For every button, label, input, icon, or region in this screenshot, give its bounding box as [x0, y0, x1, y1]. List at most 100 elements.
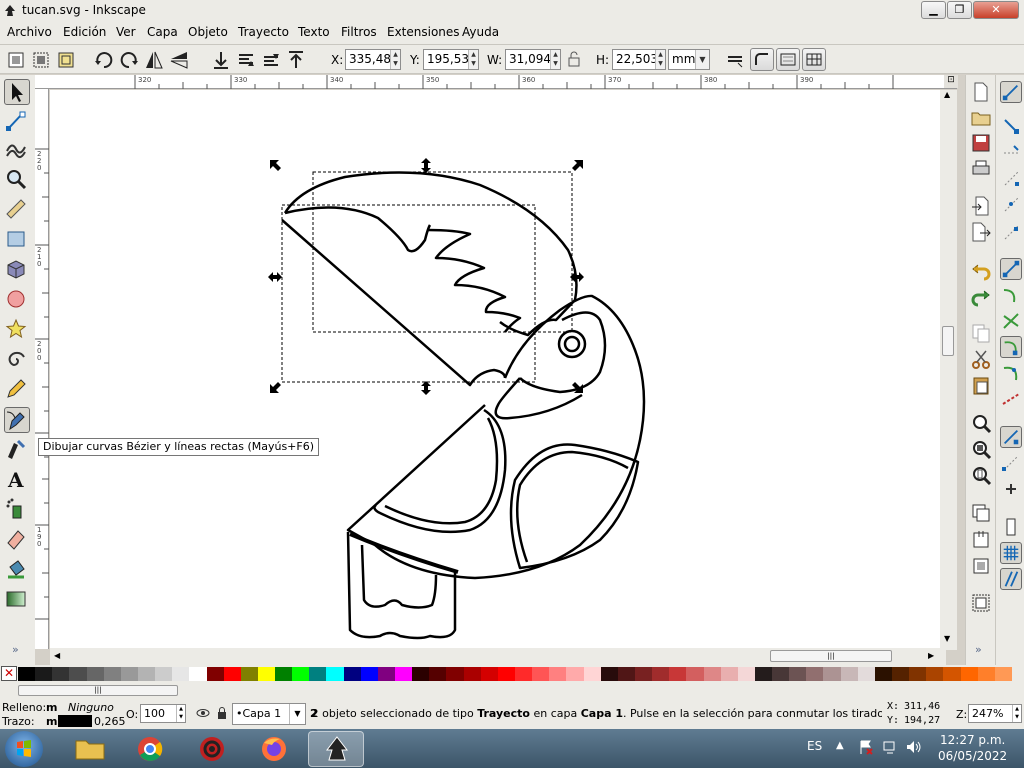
color-swatch[interactable] — [120, 667, 139, 681]
unlink-clone-icon[interactable] — [970, 554, 992, 576]
tool-bezier[interactable] — [4, 407, 30, 433]
palette-scrollbar[interactable]: ||| — [0, 682, 1024, 699]
scale-corners-toggle[interactable] — [750, 48, 774, 71]
eye-visibility-icon[interactable] — [196, 707, 210, 719]
snap-page-border-icon[interactable] — [1000, 426, 1022, 448]
chevron-down-icon[interactable]: ▼ — [289, 704, 305, 724]
taskbar-inkscape[interactable] — [308, 731, 364, 767]
opacity-field[interactable]: 100 ▲ ▼ — [140, 704, 186, 723]
color-swatch[interactable] — [926, 667, 944, 681]
color-swatch[interactable] — [206, 667, 225, 681]
color-swatch[interactable] — [532, 667, 550, 681]
menu-filtros[interactable]: Filtros — [341, 25, 377, 39]
zoom-page-icon[interactable] — [970, 464, 992, 486]
lower-to-bottom-icon[interactable] — [210, 49, 232, 71]
no-paint-swatch[interactable]: ✕ — [1, 666, 17, 681]
color-swatch[interactable] — [823, 667, 842, 681]
color-swatch[interactable] — [806, 667, 824, 681]
select-all-icon[interactable] — [5, 49, 27, 71]
import-icon[interactable] — [970, 195, 992, 217]
color-swatch[interactable] — [52, 667, 70, 681]
color-swatch[interactable] — [223, 667, 242, 681]
cut-icon[interactable] — [970, 348, 992, 370]
zoom-stepper-icon[interactable]: ▲ ▼ — [1012, 705, 1021, 722]
rotate-cw-icon[interactable] — [118, 49, 140, 71]
tool-star[interactable] — [4, 317, 30, 343]
more-tools-chevron-icon[interactable]: » — [12, 643, 19, 656]
minimize-button[interactable]: ▁ — [921, 1, 946, 19]
zoom-selection-icon[interactable] — [970, 412, 992, 434]
open-folder-icon[interactable] — [970, 107, 992, 129]
vertical-scrollbar[interactable]: ▲ ▼ — [940, 90, 957, 650]
raise-icon[interactable] — [260, 49, 282, 71]
stroke-width[interactable]: 0,265 — [94, 715, 126, 728]
snap-path-icon[interactable] — [1000, 284, 1022, 306]
palette-scroll-thumb[interactable]: ||| — [18, 685, 178, 696]
zoom-drawing-icon[interactable] — [970, 438, 992, 460]
tool-ellipse[interactable] — [4, 287, 30, 313]
color-swatch[interactable] — [18, 667, 36, 681]
menu-archivo[interactable]: Archivo — [7, 25, 52, 39]
snap-smooth-nodes-icon[interactable] — [1000, 336, 1022, 358]
scroll-thumb[interactable]: ||| — [770, 650, 892, 662]
snap-bbox-edge-icon[interactable] — [1000, 141, 1022, 163]
color-swatch[interactable] — [257, 667, 276, 681]
color-swatch[interactable] — [137, 667, 156, 681]
color-swatch[interactable] — [360, 667, 379, 681]
width-field[interactable]: 31,094 ▲ ▼ — [505, 49, 561, 70]
chevron-down-icon[interactable]: ▼ — [695, 50, 709, 69]
color-swatch[interactable] — [600, 667, 619, 681]
show-hidden-icons-icon[interactable]: ▲ — [836, 740, 844, 751]
color-swatch[interactable] — [549, 667, 567, 681]
move-gradients-toggle[interactable] — [776, 48, 800, 71]
clone-icon[interactable] — [970, 528, 992, 550]
copy-icon[interactable] — [970, 322, 992, 344]
menu-edicion[interactable]: Edición — [63, 25, 106, 39]
new-document-icon[interactable] — [970, 81, 992, 103]
taskbar-app[interactable] — [184, 731, 240, 767]
color-swatch[interactable] — [754, 667, 773, 681]
color-swatch[interactable] — [566, 667, 585, 681]
clock-date[interactable]: 06/05/2022 — [938, 749, 1007, 763]
color-swatch[interactable] — [840, 667, 859, 681]
tool-selector[interactable] — [4, 79, 30, 105]
color-swatch[interactable] — [155, 667, 173, 681]
language-indicator[interactable]: ES — [807, 739, 822, 753]
color-swatch[interactable] — [463, 667, 482, 681]
menu-trayecto[interactable]: Trayecto — [238, 25, 289, 39]
color-swatch[interactable] — [789, 667, 807, 681]
scroll-thumb[interactable] — [942, 326, 954, 356]
tool-spray[interactable] — [4, 497, 30, 523]
deselect-icon[interactable] — [55, 49, 77, 71]
zoom-field[interactable]: 247% ▲ ▼ — [968, 704, 1022, 723]
snap-bbox-corner-icon[interactable] — [1000, 167, 1022, 189]
snap-toggle-icon[interactable] — [1000, 81, 1022, 103]
drawing-canvas[interactable] — [50, 90, 946, 648]
color-swatch[interactable] — [515, 667, 533, 681]
tool-measure[interactable] — [4, 197, 30, 223]
height-field[interactable]: 22,503 ▲ ▼ — [612, 49, 666, 70]
snap-guide-icon[interactable] — [1000, 516, 1022, 538]
print-icon[interactable] — [970, 158, 992, 180]
color-swatch[interactable] — [292, 667, 310, 681]
network-icon[interactable] — [882, 739, 898, 755]
tool-eraser[interactable] — [4, 527, 30, 553]
menu-extensiones[interactable]: Extensiones — [387, 25, 460, 39]
color-swatch[interactable] — [69, 667, 88, 681]
tool-3dbox[interactable] — [4, 257, 30, 283]
rotate-ccw-icon[interactable] — [93, 49, 115, 71]
undo-icon[interactable] — [970, 259, 992, 281]
tool-zoom[interactable] — [4, 167, 30, 193]
duplicate-icon[interactable] — [970, 502, 992, 524]
tool-paint-bucket[interactable] — [4, 557, 30, 583]
layer-select[interactable]: •Capa 1 ▼ — [232, 703, 306, 725]
color-swatch[interactable] — [977, 667, 996, 681]
snap-rotation-center-icon[interactable] — [1000, 478, 1022, 500]
color-swatch[interactable] — [275, 667, 293, 681]
snap-intersection-icon[interactable] — [1000, 310, 1022, 332]
export-icon[interactable] — [970, 221, 992, 243]
scroll-up-icon[interactable]: ▲ — [944, 90, 950, 99]
lock-icon[interactable] — [566, 50, 582, 68]
save-icon[interactable] — [970, 132, 992, 154]
menu-ayuda[interactable]: Ayuda — [462, 25, 499, 39]
